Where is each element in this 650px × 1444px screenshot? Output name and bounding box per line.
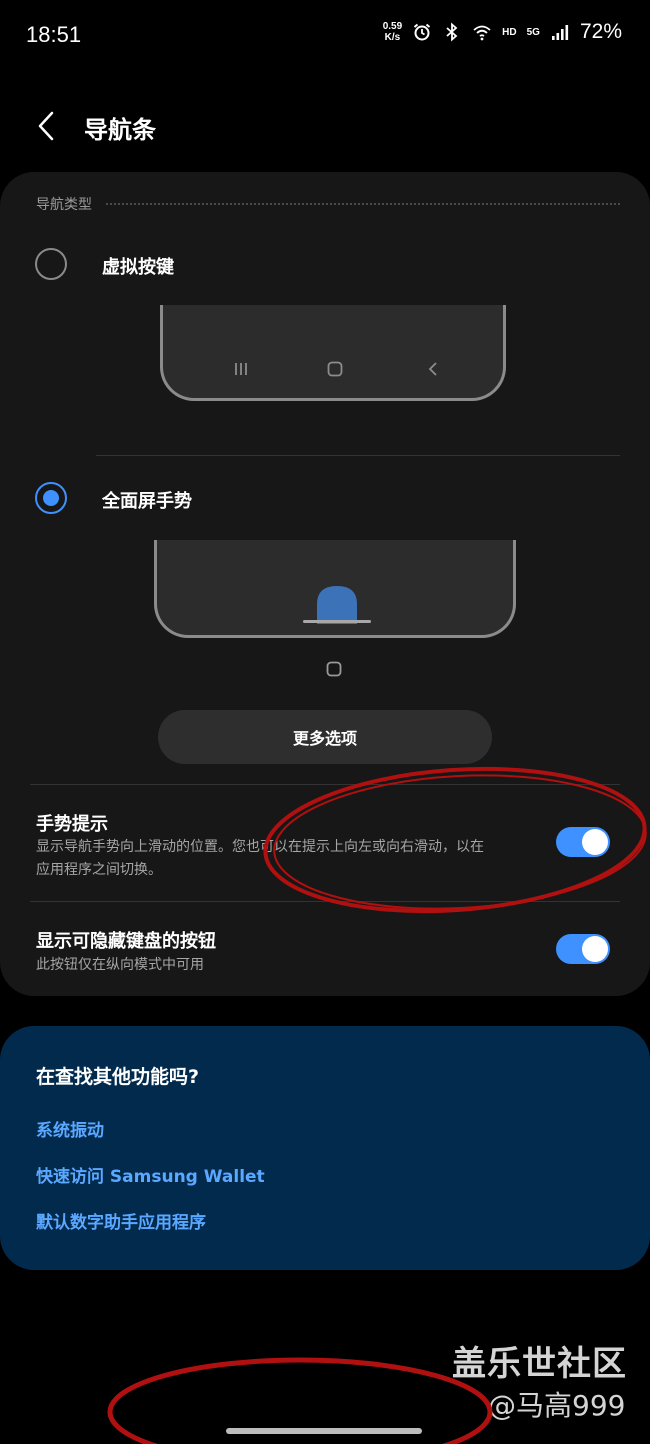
- toggle-knob: [582, 829, 608, 855]
- settings-card: 导航类型 虚拟按键 全面屏手势 更多选项 手势提示 显示导航手势向上滑动的位置。…: [0, 172, 650, 996]
- radio-gestures-option[interactable]: [35, 482, 67, 514]
- buttons-preview[interactable]: [160, 305, 506, 401]
- section-header: 导航类型: [36, 194, 620, 214]
- recents-icon: [235, 363, 247, 375]
- keyboard-button-title[interactable]: 显示可隐藏键盘的按钮: [36, 927, 216, 953]
- back-button[interactable]: [28, 106, 64, 146]
- gestures-preview[interactable]: [154, 540, 516, 638]
- header: 导航条: [0, 96, 650, 156]
- alarm-icon: [414, 23, 431, 41]
- wifi-icon: [473, 25, 491, 41]
- option-divider: [96, 455, 620, 456]
- page-title: 导航条: [84, 116, 156, 144]
- network-type-label: 5G: [526, 26, 540, 38]
- signal-icon: [551, 25, 569, 40]
- link-digital-assistant[interactable]: 默认数字助手应用程序: [36, 1208, 206, 1233]
- hd-label: HD: [502, 26, 517, 38]
- network-speed: 0.59 K/s: [383, 21, 402, 43]
- watermark-user: @马高999: [488, 1389, 626, 1422]
- network-speed-unit: K/s: [384, 32, 401, 43]
- keyboard-button-description: 此按钮仅在纵向模式中可用: [36, 957, 204, 973]
- back-arrow-icon: [38, 111, 54, 141]
- settings-divider-1: [30, 784, 620, 785]
- home-icon: [327, 361, 343, 377]
- gesture-hint-description-line1: 显示导航手势向上滑动的位置。您也可以在提示上向左或向右滑动，以在: [36, 839, 484, 855]
- gesture-hint-toggle[interactable]: [556, 827, 610, 857]
- home-indicator[interactable]: [226, 1428, 422, 1434]
- status-time: 18:51: [26, 22, 82, 47]
- back-nav-icon: [428, 362, 437, 376]
- battery-level: 72%: [579, 20, 622, 43]
- gesture-hint-title[interactable]: 手势提示: [36, 810, 108, 836]
- option-label-gestures[interactable]: 全面屏手势: [102, 487, 192, 513]
- settings-divider-2: [30, 901, 620, 902]
- toggle-knob: [582, 936, 608, 962]
- status-bar: 18:51 0.59 K/s HD 5G 72%: [0, 0, 650, 74]
- link-samsung-wallet[interactable]: 快速访问 Samsung Wallet: [36, 1162, 265, 1187]
- option-label-buttons[interactable]: 虚拟按键: [102, 253, 174, 279]
- preview-home-icon: [326, 661, 342, 677]
- keyboard-button-toggle[interactable]: [556, 934, 610, 964]
- suggestions-card: 在查找其他功能吗? 系统振动 快速访问 Samsung Wallet 默认数字助…: [0, 1026, 650, 1270]
- bluetooth-icon: [446, 22, 458, 42]
- section-divider: [106, 203, 620, 205]
- gesture-hint-icon: [303, 586, 371, 624]
- link-system-vibration[interactable]: 系统振动: [36, 1116, 104, 1141]
- gesture-hint-description: 显示导航手势向上滑动的位置。您也可以在提示上向左或向右滑动，以在 应用程序之间切…: [36, 836, 536, 882]
- more-options-button[interactable]: 更多选项: [158, 710, 492, 764]
- status-icons: 0.59 K/s HD 5G 72%: [383, 20, 622, 44]
- radio-buttons-option[interactable]: [35, 248, 67, 280]
- section-title: 导航类型: [36, 197, 92, 213]
- gesture-hint-description-line2: 应用程序之间切换。: [36, 862, 162, 878]
- watermark-site: 盖乐世社区: [452, 1344, 627, 1384]
- radio-selected-dot: [43, 490, 59, 506]
- network-speed-value: 0.59: [382, 21, 403, 32]
- suggestions-title: 在查找其他功能吗?: [36, 1066, 200, 1088]
- screen: 18:51 0.59 K/s HD 5G 72% 导航条 导航类型 虚拟按键 全…: [0, 0, 650, 1444]
